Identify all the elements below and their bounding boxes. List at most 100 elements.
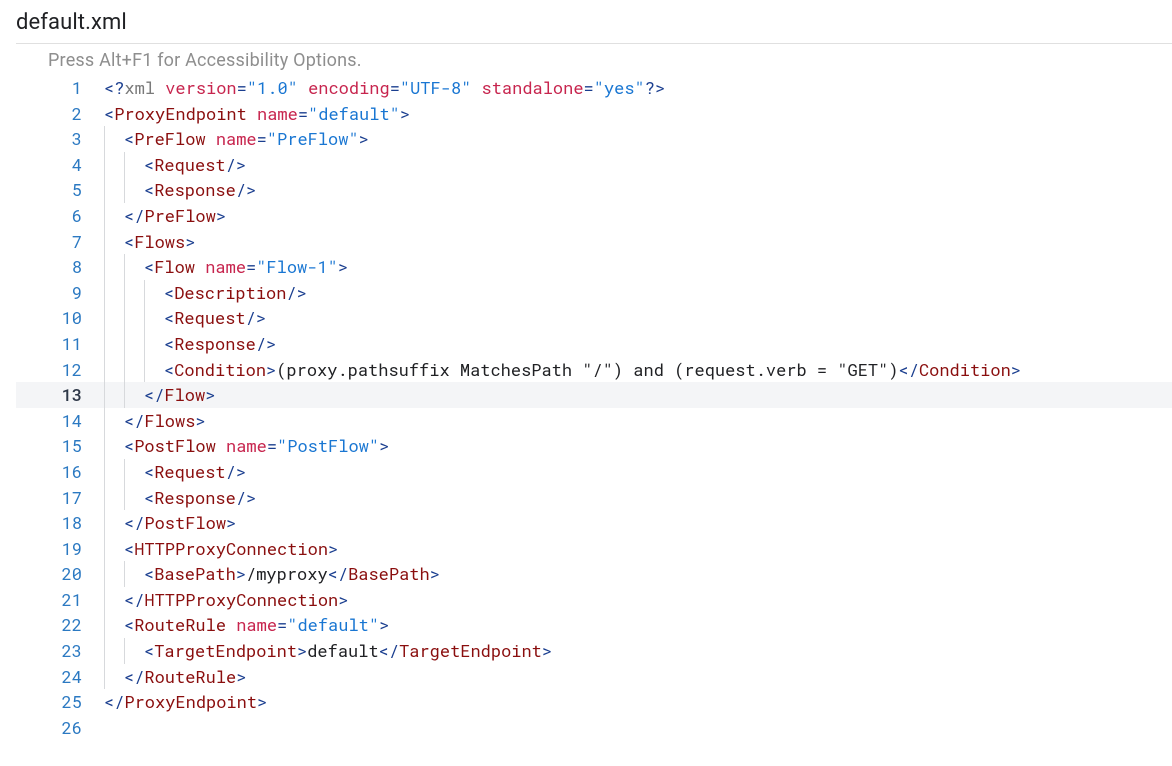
- indent-guide: [104, 254, 124, 280]
- token-attrname: name: [205, 255, 246, 278]
- code-line[interactable]: 17<Response/>: [16, 485, 1172, 511]
- code-content[interactable]: <BasePath>/myproxy</BasePath>: [104, 561, 440, 587]
- code-content[interactable]: </HTTPProxyConnection>: [104, 587, 348, 613]
- code-line[interactable]: 10<Request/>: [16, 305, 1172, 331]
- indent-guide: [104, 485, 124, 511]
- code-line[interactable]: 21</HTTPProxyConnection>: [16, 587, 1172, 613]
- token-punct: />: [246, 306, 266, 329]
- token-tag: BasePath: [348, 562, 430, 585]
- code-line[interactable]: 12<Condition>(proxy.pathsuffix MatchesPa…: [16, 357, 1172, 383]
- indent-guide: [124, 254, 144, 280]
- code-content[interactable]: <TargetEndpoint>default</TargetEndpoint>: [104, 638, 552, 664]
- token-punct: <: [144, 460, 154, 483]
- code-line[interactable]: 22<RouteRule name="default">: [16, 612, 1172, 638]
- token-tag: Response: [154, 178, 236, 201]
- line-number: 16: [16, 459, 104, 485]
- code-content[interactable]: <Description/>: [104, 280, 307, 306]
- line-number: 12: [16, 357, 104, 383]
- code-content[interactable]: <Request/>: [104, 459, 246, 485]
- line-number: 14: [16, 408, 104, 434]
- indent-guide: [104, 357, 124, 383]
- line-number: 11: [16, 331, 104, 357]
- token-tag: Flow: [154, 255, 195, 278]
- line-number: 26: [16, 715, 104, 741]
- token-text: [206, 127, 216, 150]
- code-line[interactable]: 25</ProxyEndpoint>: [16, 689, 1172, 715]
- code-content[interactable]: <Condition>(proxy.pathsuffix MatchesPath…: [104, 357, 1021, 383]
- code-content[interactable]: <Response/>: [104, 177, 256, 203]
- token-tag: TargetEndpoint: [154, 639, 297, 662]
- token-tag: Request: [174, 306, 245, 329]
- code-line[interactable]: 20<BasePath>/myproxy</BasePath>: [16, 561, 1172, 587]
- token-tag: PostFlow: [134, 434, 216, 457]
- indent-guide: [104, 664, 124, 690]
- code-content[interactable]: </PreFlow>: [104, 203, 226, 229]
- code-content[interactable]: <Request/>: [104, 305, 266, 331]
- code-content[interactable]: <Response/>: [104, 485, 256, 511]
- token-tag: PreFlow: [144, 204, 215, 227]
- line-number: 21: [16, 587, 104, 613]
- code-content[interactable]: </Flows>: [104, 408, 206, 434]
- token-text: [298, 76, 308, 99]
- token-text: default: [307, 639, 378, 662]
- line-number: 7: [16, 229, 104, 255]
- indent-guide: [104, 203, 124, 229]
- token-attrval: "yes": [594, 76, 645, 99]
- code-line[interactable]: 8<Flow name="Flow-1">: [16, 254, 1172, 280]
- code-content[interactable]: <PreFlow name="PreFlow">: [104, 126, 369, 152]
- code-line[interactable]: 11<Response/>: [16, 331, 1172, 357]
- code-line[interactable]: 5<Response/>: [16, 177, 1172, 203]
- line-number: 2: [16, 101, 104, 127]
- code-line[interactable]: 19<HTTPProxyConnection>: [16, 536, 1172, 562]
- code-line[interactable]: 1<?xml version="1.0" encoding="UTF-8" st…: [16, 75, 1172, 101]
- code-line[interactable]: 18</PostFlow>: [16, 510, 1172, 536]
- code-content[interactable]: <Flow name="Flow-1">: [104, 254, 348, 280]
- code-content[interactable]: <Flows>: [104, 229, 195, 255]
- token-punct: =: [246, 255, 256, 278]
- code-content[interactable]: </RouteRule>: [104, 664, 246, 690]
- code-line[interactable]: 26: [16, 715, 1172, 741]
- indent-guide: [104, 331, 124, 357]
- code-line[interactable]: 23<TargetEndpoint>default</TargetEndpoin…: [16, 638, 1172, 664]
- token-text: [216, 434, 226, 457]
- token-tag: Request: [154, 153, 225, 176]
- line-number: 1: [16, 75, 104, 101]
- indent-guide: [124, 177, 144, 203]
- line-number: 5: [16, 177, 104, 203]
- code-line[interactable]: 14</Flows>: [16, 408, 1172, 434]
- code-line[interactable]: 7<Flows>: [16, 229, 1172, 255]
- code-line[interactable]: 6</PreFlow>: [16, 203, 1172, 229]
- code-line[interactable]: 4<Request/>: [16, 152, 1172, 178]
- code-content[interactable]: <Response/>: [104, 331, 276, 357]
- code-content[interactable]: <PostFlow name="PostFlow">: [104, 433, 389, 459]
- code-line[interactable]: 15<PostFlow name="PostFlow">: [16, 433, 1172, 459]
- code-content[interactable]: <HTTPProxyConnection>: [104, 536, 338, 562]
- token-tag: Flows: [144, 409, 195, 432]
- code-content[interactable]: </Flow>: [104, 382, 215, 408]
- code-content[interactable]: </ProxyEndpoint>: [104, 689, 267, 715]
- code-line[interactable]: 3<PreFlow name="PreFlow">: [16, 126, 1172, 152]
- token-attrname: name: [236, 613, 277, 636]
- code-content[interactable]: <RouteRule name="default">: [104, 612, 389, 638]
- token-punct: >: [236, 562, 246, 585]
- indent-guide: [144, 305, 164, 331]
- token-punct: >: [266, 358, 276, 381]
- code-content[interactable]: </PostFlow>: [104, 510, 236, 536]
- code-content[interactable]: <?xml version="1.0" encoding="UTF-8" sta…: [104, 75, 665, 101]
- line-number: 23: [16, 638, 104, 664]
- code-line[interactable]: 2<ProxyEndpoint name="default">: [16, 101, 1172, 127]
- token-attrval: "default": [308, 102, 400, 125]
- token-tag: Condition: [919, 358, 1011, 381]
- token-punct: <: [144, 153, 154, 176]
- token-text: /myproxy: [246, 562, 328, 585]
- code-editor[interactable]: 1<?xml version="1.0" encoding="UTF-8" st…: [16, 75, 1172, 740]
- code-line[interactable]: 16<Request/>: [16, 459, 1172, 485]
- code-content[interactable]: <ProxyEndpoint name="default">: [104, 101, 410, 127]
- code-line[interactable]: 13</Flow>: [16, 382, 1172, 408]
- indent-guide: [104, 305, 124, 331]
- code-line[interactable]: 24</RouteRule>: [16, 664, 1172, 690]
- code-content[interactable]: <Request/>: [104, 152, 246, 178]
- code-line[interactable]: 9<Description/>: [16, 280, 1172, 306]
- indent-guide: [104, 382, 124, 408]
- token-attrname: encoding: [308, 76, 390, 99]
